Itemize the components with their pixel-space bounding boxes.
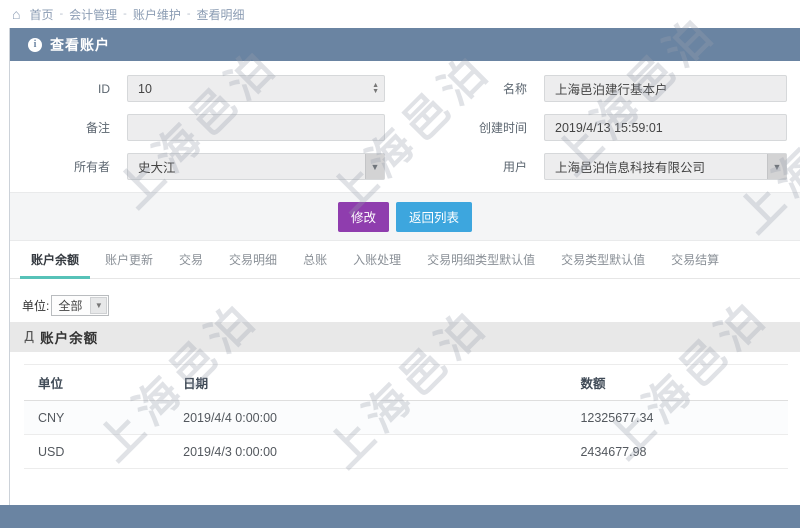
tab-txn-detail-type-default[interactable]: 交易明细类型默认值 bbox=[414, 241, 548, 278]
home-icon[interactable]: ⌂ bbox=[12, 6, 20, 22]
info-icon: i bbox=[28, 37, 42, 52]
balance-table: 单位 日期 数额 CNY 2019/4/4 0:00:00 12325677.3… bbox=[24, 364, 788, 469]
field-id: ID ▲▼ bbox=[10, 75, 405, 102]
chevron-down-icon[interactable]: ▼ bbox=[90, 297, 108, 314]
breadcrumb-separator: - bbox=[186, 8, 191, 20]
chevron-down-icon[interactable]: ▼ bbox=[767, 154, 786, 179]
page: 上海邑泊 上海邑泊 上海邑泊 上海邑泊 上海邑泊 上海邑泊 上海邑泊 ⌂ 首页 … bbox=[0, 0, 800, 528]
account-form: ID ▲▼ 名称 备注 bbox=[10, 61, 800, 192]
detail-tabs: 账户余额 账户更新 交易 交易明细 总账 入账处理 交易明细类型默认值 交易类型… bbox=[10, 241, 800, 279]
field-create-time: 创建时间 bbox=[405, 114, 800, 141]
field-user: 用户 上海邑泊信息科技有限公司 ▼ bbox=[405, 153, 800, 180]
tab-transaction-detail[interactable]: 交易明细 bbox=[216, 241, 290, 278]
tab-transaction[interactable]: 交易 bbox=[166, 241, 216, 278]
owner-select[interactable]: 史大江 ▼ bbox=[127, 153, 385, 180]
table-header-row: 单位 日期 数额 bbox=[24, 364, 788, 401]
col-amount: 数额 bbox=[566, 364, 788, 401]
remark-label: 备注 bbox=[85, 121, 110, 135]
tab-posting[interactable]: 入账处理 bbox=[340, 241, 414, 278]
owner-select-value: 史大江 bbox=[138, 161, 176, 175]
tab-general-ledger[interactable]: 总账 bbox=[290, 241, 340, 278]
panel-header: i 查看账户 bbox=[10, 28, 800, 61]
action-bar: 修改 返回列表 bbox=[10, 192, 800, 241]
tab-account-update[interactable]: 账户更新 bbox=[92, 241, 166, 278]
section-title: 账户余额 bbox=[40, 331, 99, 346]
unit-filter-select[interactable]: 全部 ▼ bbox=[51, 295, 110, 316]
section-header: Д 账户余额 bbox=[10, 322, 800, 352]
breadcrumb-separator: - bbox=[59, 8, 64, 20]
breadcrumb-separator: - bbox=[123, 8, 127, 20]
name-input[interactable] bbox=[544, 75, 787, 102]
footer-bar bbox=[0, 505, 800, 528]
unit-filter-label: 单位: bbox=[22, 299, 50, 313]
cell-date: 2019/4/3 0:00:00 bbox=[169, 434, 567, 469]
main-panel: i 查看账户 ID ▲▼ 名称 bbox=[9, 28, 800, 505]
chevron-down-icon[interactable]: ▼ bbox=[365, 154, 384, 179]
number-spinner[interactable]: ▲ ▼ bbox=[372, 75, 379, 102]
field-owner: 所有者 史大江 ▼ bbox=[10, 153, 405, 180]
user-select-value: 上海邑泊信息科技有限公司 bbox=[555, 161, 706, 175]
create-time-label: 创建时间 bbox=[478, 121, 527, 135]
unit-filter: 单位: 全部 ▼ bbox=[22, 295, 800, 316]
field-name: 名称 bbox=[405, 75, 800, 102]
breadcrumb-item-account-maintenance[interactable]: 账户维护 bbox=[133, 6, 181, 23]
unit-filter-value: 全部 bbox=[58, 299, 83, 313]
id-input[interactable] bbox=[127, 75, 385, 102]
col-unit: 单位 bbox=[24, 364, 170, 401]
page-title: 查看账户 bbox=[50, 36, 110, 53]
user-label: 用户 bbox=[502, 160, 527, 174]
table-row[interactable]: CNY 2019/4/4 0:00:00 12325677.34 bbox=[24, 400, 788, 435]
cell-amount: 2434677.98 bbox=[566, 434, 788, 469]
back-to-list-button[interactable]: 返回列表 bbox=[396, 201, 473, 232]
breadcrumb: ⌂ 首页 - 会计管理 - 账户维护 - 查看明细 bbox=[0, 0, 800, 28]
cell-date: 2019/4/4 0:00:00 bbox=[169, 400, 567, 435]
edit-button[interactable]: 修改 bbox=[337, 201, 389, 232]
name-label: 名称 bbox=[502, 82, 527, 96]
field-remark: 备注 bbox=[10, 114, 405, 141]
tab-txn-settlement[interactable]: 交易结算 bbox=[658, 241, 732, 278]
cell-amount: 12325677.34 bbox=[566, 400, 788, 435]
balance-icon: Д bbox=[24, 329, 35, 345]
owner-label: 所有者 bbox=[73, 160, 110, 174]
cell-unit: CNY bbox=[24, 400, 170, 435]
cell-unit: USD bbox=[24, 434, 170, 469]
breadcrumb-item-accounting[interactable]: 会计管理 bbox=[69, 6, 117, 23]
create-time-input[interactable] bbox=[544, 114, 787, 141]
col-date: 日期 bbox=[169, 364, 567, 401]
tab-account-balance[interactable]: 账户余额 bbox=[18, 241, 92, 279]
user-select[interactable]: 上海邑泊信息科技有限公司 ▼ bbox=[544, 153, 787, 180]
remark-input[interactable] bbox=[127, 114, 385, 141]
breadcrumb-home[interactable]: 首页 bbox=[29, 6, 53, 23]
tab-txn-type-default[interactable]: 交易类型默认值 bbox=[548, 241, 658, 278]
breadcrumb-item-view-detail[interactable]: 查看明细 bbox=[197, 6, 245, 23]
spinner-down-icon[interactable]: ▼ bbox=[372, 88, 379, 95]
id-label: ID bbox=[98, 81, 110, 96]
table-row[interactable]: USD 2019/4/3 0:00:00 2434677.98 bbox=[24, 434, 788, 469]
